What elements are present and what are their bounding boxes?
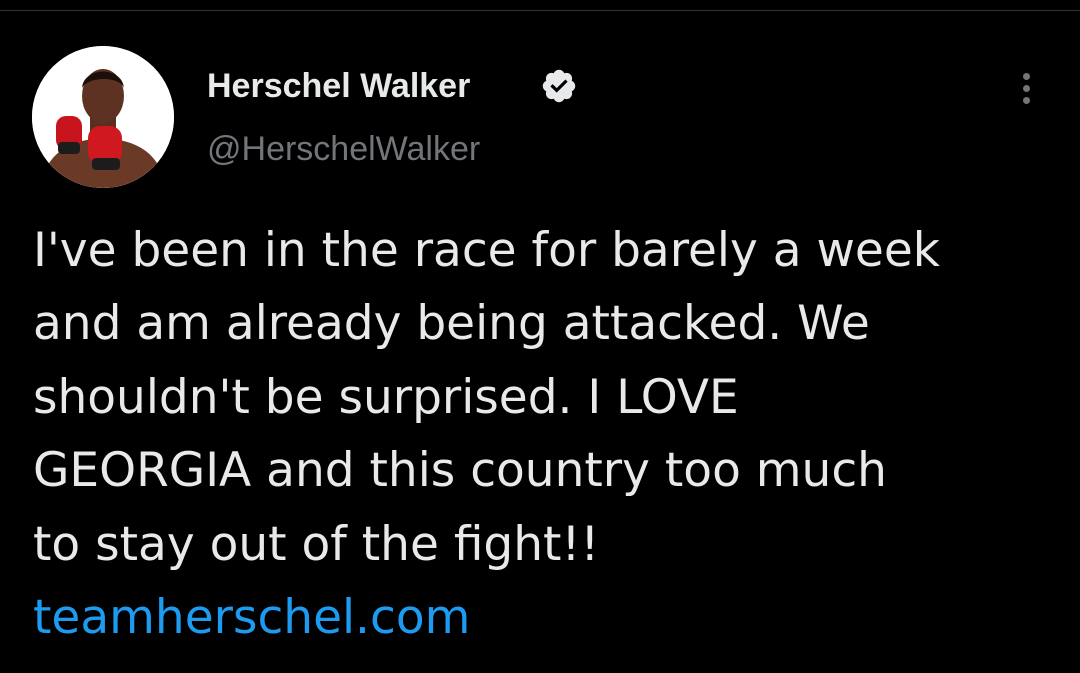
author-display-name[interactable]: Herschel Walker <box>207 66 470 106</box>
tweet-text-line: I've been in the race for barely a week <box>33 223 940 278</box>
avatar-photo <box>32 46 174 188</box>
author-avatar[interactable] <box>32 46 174 188</box>
tweet-link[interactable]: teamherschel.com <box>33 581 1063 654</box>
tweet-text-line: GEORGIA and this country too much <box>33 443 887 499</box>
author-handle[interactable]: @HerschelWalker <box>207 129 480 169</box>
tweet-text-line: to stay out of the fight!! <box>33 516 600 572</box>
verified-badge-icon <box>542 69 576 103</box>
tweet-text-line: and am already being attacked. We <box>33 296 870 352</box>
tweet-text-line: shouldn't be surprised. I LOVE <box>33 369 739 425</box>
tweet-body: I've been in the race for barely a week … <box>33 214 1063 654</box>
more-vertical-icon <box>1022 96 1030 104</box>
more-vertical-icon <box>1022 84 1030 92</box>
more-vertical-icon <box>1022 72 1030 80</box>
top-divider <box>0 10 1080 11</box>
more-options-button[interactable] <box>1008 68 1044 108</box>
